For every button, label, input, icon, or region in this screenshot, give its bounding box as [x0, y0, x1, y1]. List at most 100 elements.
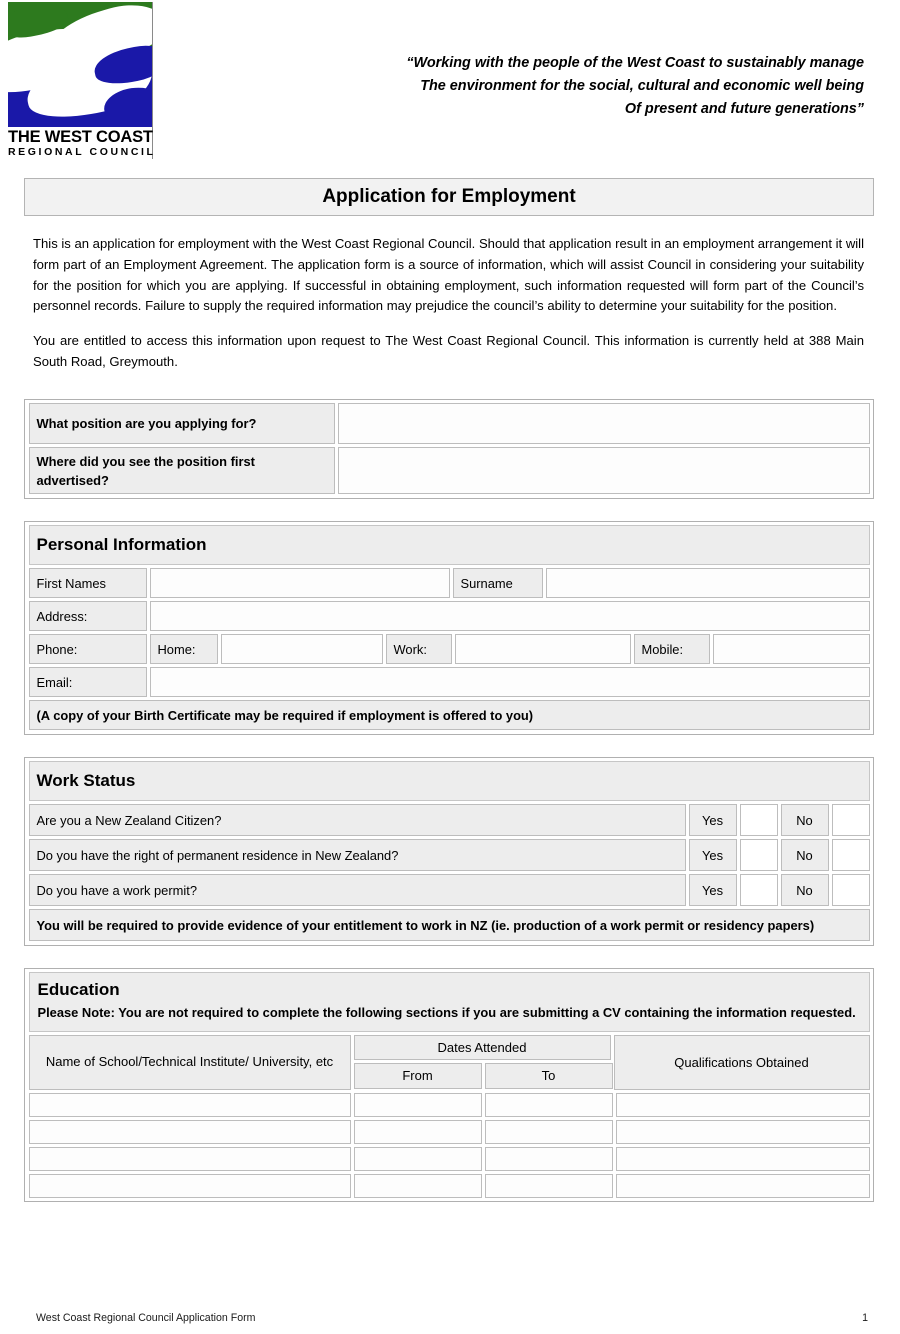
surname-label: Surname: [452, 568, 543, 599]
work-status-row-citizen: Are you a New Zealand Citizen? Yes No: [27, 803, 871, 838]
work-entitlement-note: You will be required to provide evidence…: [28, 909, 870, 942]
tagline-line-1: “Working with the people of the West Coa…: [406, 55, 864, 71]
education-dates-group: Dates Attended From To: [352, 1033, 613, 1091]
email-label: Email:: [28, 667, 147, 698]
permit-yes-checkbox[interactable]: [739, 874, 778, 907]
citizen-no-checkbox[interactable]: [831, 804, 870, 837]
education-column-dates-attended: Dates Attended: [353, 1034, 611, 1060]
surname-input[interactable]: [545, 568, 870, 599]
position-advertised-label: Where did you see the position first adv…: [28, 447, 335, 495]
footer-text: West Coast Regional Council Application …: [36, 1312, 256, 1324]
position-section: What position are you applying for? Wher…: [24, 398, 874, 499]
education-column-to: To: [484, 1062, 613, 1089]
personal-heading-row: Personal Information: [27, 524, 871, 567]
education-header-row: Name of School/Technical Institute/ Univ…: [27, 1033, 871, 1091]
education-name-input[interactable]: [28, 1092, 351, 1117]
birth-certificate-note: (A copy of your Birth Certificate may be…: [28, 700, 870, 731]
education-name-input[interactable]: [28, 1173, 351, 1198]
personal-phone-row: Phone: Home: Work: Mobile:: [27, 633, 871, 666]
page-header: THE WEST COAST REGIONAL COUNCIL “Working…: [0, 0, 900, 162]
position-row-advertised: Where did you see the position first adv…: [27, 446, 871, 496]
education-table-row: [27, 1172, 871, 1199]
position-advertised-input[interactable]: [337, 447, 870, 495]
council-tagline: “Working with the people of the West Coa…: [304, 52, 864, 121]
residence-yes-checkbox[interactable]: [739, 839, 778, 872]
citizen-no-label: No: [780, 804, 829, 837]
permit-question-label: Do you have a work permit?: [28, 874, 686, 907]
home-phone-label: Home:: [149, 634, 218, 665]
education-column-name: Name of School/Technical Institute/ Univ…: [28, 1034, 351, 1090]
first-names-label: First Names: [28, 568, 147, 599]
education-qualifications-input[interactable]: [615, 1146, 870, 1171]
citizen-yes-label: Yes: [688, 804, 737, 837]
intro-text: This is an application for employment wi…: [33, 234, 864, 373]
residence-yes-label: Yes: [688, 839, 737, 872]
personal-information-heading: Personal Information: [28, 525, 870, 566]
tagline-line-3: Of present and future generations”: [624, 101, 864, 117]
tagline-line-2: The environment for the social, cultural…: [420, 78, 864, 94]
permit-yes-label: Yes: [688, 874, 737, 907]
education-from-input[interactable]: [353, 1092, 482, 1117]
education-qualifications-input[interactable]: [615, 1092, 870, 1117]
first-names-input[interactable]: [149, 568, 450, 599]
residence-no-checkbox[interactable]: [831, 839, 870, 872]
permit-no-label: No: [780, 874, 829, 907]
email-input[interactable]: [149, 667, 870, 698]
position-applying-input[interactable]: [337, 403, 870, 445]
logo-caption-line2: REGIONAL COUNCIL: [8, 146, 156, 158]
page-footer: West Coast Regional Council Application …: [36, 1312, 868, 1324]
education-section: Education Please Note: You are not requi…: [24, 967, 874, 1203]
education-column-from: From: [353, 1062, 482, 1089]
education-table-row: [27, 1091, 871, 1118]
intro-paragraph-2: You are entitled to access this informat…: [33, 333, 864, 369]
logo-mark-icon: [8, 2, 153, 127]
personal-name-row: First Names Surname: [27, 567, 871, 600]
education-to-input[interactable]: [484, 1173, 613, 1198]
council-logo: THE WEST COAST REGIONAL COUNCIL: [8, 2, 153, 159]
personal-address-row: Address:: [27, 600, 871, 633]
page-title: Application for Employment: [24, 178, 874, 216]
mobile-phone-label: Mobile:: [633, 634, 710, 665]
education-heading-block: Education Please Note: You are not requi…: [28, 972, 870, 1032]
personal-note-row: (A copy of your Birth Certificate may be…: [27, 699, 871, 732]
education-heading: Education: [37, 980, 120, 1000]
citizen-yes-checkbox[interactable]: [739, 804, 778, 837]
education-to-input[interactable]: [484, 1146, 613, 1171]
home-phone-input[interactable]: [220, 634, 383, 665]
logo-caption: THE WEST COAST REGIONAL COUNCIL: [8, 127, 153, 159]
work-status-heading: Work Status: [28, 761, 870, 802]
education-from-input[interactable]: [353, 1173, 482, 1198]
education-qualifications-input[interactable]: [615, 1173, 870, 1198]
education-table-row: [27, 1118, 871, 1145]
position-applying-label: What position are you applying for?: [28, 403, 335, 445]
education-from-input[interactable]: [353, 1119, 482, 1144]
education-column-qualifications: Qualifications Obtained: [613, 1034, 870, 1090]
logo-caption-line1: THE WEST COAST: [8, 128, 153, 146]
residence-question-label: Do you have the right of permanent resid…: [28, 839, 686, 872]
education-note: Please Note: You are not required to com…: [37, 1005, 856, 1021]
education-to-input[interactable]: [484, 1092, 613, 1117]
mobile-phone-input[interactable]: [712, 634, 870, 665]
residence-no-label: No: [780, 839, 829, 872]
permit-no-checkbox[interactable]: [831, 874, 870, 907]
address-input[interactable]: [149, 601, 870, 632]
phone-label: Phone:: [28, 634, 147, 665]
footer-page-number: 1: [862, 1312, 868, 1324]
education-from-input[interactable]: [353, 1146, 482, 1171]
work-status-row-residence: Do you have the right of permanent resid…: [27, 838, 871, 873]
work-status-row-permit: Do you have a work permit? Yes No: [27, 873, 871, 908]
citizen-question-label: Are you a New Zealand Citizen?: [28, 804, 686, 837]
page-title-text: Application for Employment: [322, 186, 576, 207]
personal-email-row: Email:: [27, 666, 871, 699]
work-status-section: Work Status Are you a New Zealand Citize…: [24, 756, 874, 946]
education-name-input[interactable]: [28, 1119, 351, 1144]
work-phone-input[interactable]: [454, 634, 631, 665]
education-table-row: [27, 1145, 871, 1172]
education-qualifications-input[interactable]: [615, 1119, 870, 1144]
education-name-input[interactable]: [28, 1146, 351, 1171]
address-label: Address:: [28, 601, 147, 632]
education-to-input[interactable]: [484, 1119, 613, 1144]
intro-paragraph-1: This is an application for employment wi…: [33, 236, 864, 314]
work-status-heading-row: Work Status: [27, 760, 871, 803]
position-row-applying-for: What position are you applying for?: [27, 402, 871, 446]
